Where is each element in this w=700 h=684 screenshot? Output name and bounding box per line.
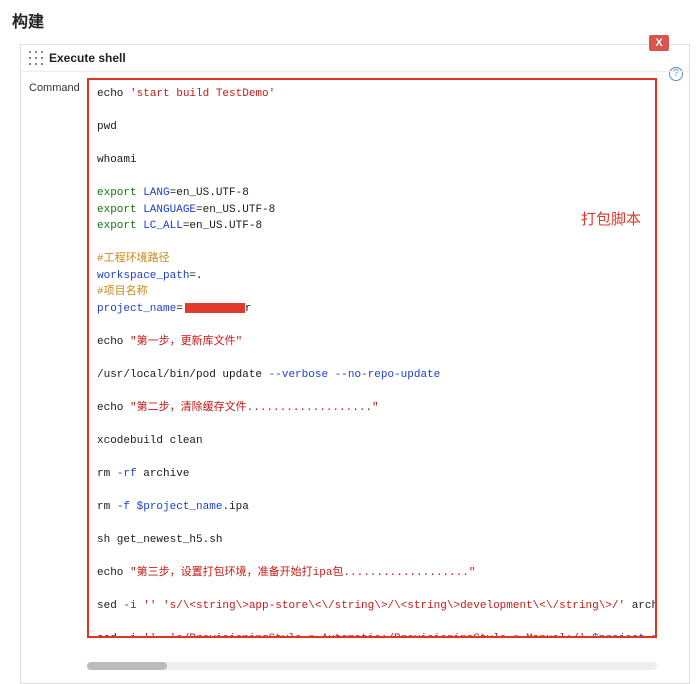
code-token: pwd bbox=[97, 121, 117, 133]
code-token: 'start build TestDemo' bbox=[130, 88, 275, 100]
code-token: export bbox=[97, 204, 137, 216]
section-title: Execute shell bbox=[49, 51, 126, 65]
code-token: "第二步，清除缓存文件..................." bbox=[130, 402, 379, 414]
code-token: =en_US.UTF-8 bbox=[196, 204, 275, 216]
drag-handle-icon[interactable] bbox=[29, 51, 43, 65]
code-token: archieveOpt.plist bbox=[625, 600, 657, 612]
code-token: LANGUAGE bbox=[137, 204, 196, 216]
code-token: echo bbox=[97, 88, 130, 100]
code-token: '' 's/ProvisioningStyle = Automatic;/Pro… bbox=[143, 633, 585, 639]
code-token: = bbox=[176, 303, 183, 315]
code-token: "第三步，设置打包环境，准备开始打ipa包...................… bbox=[130, 567, 475, 579]
code-token: workspace_path bbox=[97, 270, 189, 282]
code-token: sh get_newest_h5.sh bbox=[97, 534, 222, 546]
code-token: $project_name bbox=[130, 501, 222, 513]
code-token: '' 's/\<string\>app-store\<\/string\>/\<… bbox=[143, 600, 625, 612]
code-token: LANG bbox=[137, 187, 170, 199]
code-token: echo bbox=[97, 402, 130, 414]
code-token: LC_ALL bbox=[137, 220, 183, 232]
code-token: =en_US.UTF-8 bbox=[183, 220, 262, 232]
code-token: echo bbox=[97, 567, 130, 579]
command-row: Command 打包脚本 echo 'start build TestDemo'… bbox=[21, 72, 689, 682]
section-header: Execute shell bbox=[21, 45, 689, 72]
code-token: archive bbox=[137, 468, 190, 480]
code-token: --verbose --no-repo-update bbox=[269, 369, 441, 381]
code-token: sed bbox=[97, 633, 123, 639]
code-token: whoami bbox=[97, 154, 137, 166]
build-step-execute-shell: X ? Execute shell Command 打包脚本 echo 'sta… bbox=[20, 44, 690, 684]
horizontal-scrollbar[interactable] bbox=[87, 662, 657, 670]
code-token: -i bbox=[123, 600, 143, 612]
code-token: project_name bbox=[97, 303, 176, 315]
code-token: -i bbox=[123, 633, 143, 639]
code-token: -f bbox=[117, 501, 130, 513]
page-title: 构建 bbox=[0, 0, 700, 40]
code-token: rm bbox=[97, 501, 117, 513]
code-token: sed bbox=[97, 600, 123, 612]
command-textarea[interactable]: echo 'start build TestDemo' pwd whoami e… bbox=[87, 78, 657, 638]
code-token: . bbox=[196, 270, 203, 282]
code-token: /usr/local/bin/pod update bbox=[97, 369, 269, 381]
code-token: export bbox=[97, 187, 137, 199]
code-token: -rf bbox=[117, 468, 137, 480]
code-token: xcodebuild clean bbox=[97, 435, 203, 447]
code-token: "第一步，更新库文件" bbox=[130, 336, 242, 348]
scrollbar-thumb[interactable] bbox=[87, 662, 167, 670]
code-token: export bbox=[97, 220, 137, 232]
code-token: #工程环境路径 bbox=[97, 253, 170, 265]
redacted-value bbox=[185, 303, 245, 313]
code-token: rm bbox=[97, 468, 117, 480]
code-token: #项目名称 bbox=[97, 286, 148, 298]
code-token: r bbox=[245, 303, 252, 315]
code-token: $project_name bbox=[586, 633, 658, 639]
code-token: .ipa bbox=[222, 501, 248, 513]
code-token: =en_US.UTF-8 bbox=[170, 187, 249, 199]
command-label: Command bbox=[29, 78, 87, 674]
code-token: echo bbox=[97, 336, 130, 348]
code-wrap: 打包脚本 echo 'start build TestDemo' pwd who… bbox=[87, 78, 681, 674]
